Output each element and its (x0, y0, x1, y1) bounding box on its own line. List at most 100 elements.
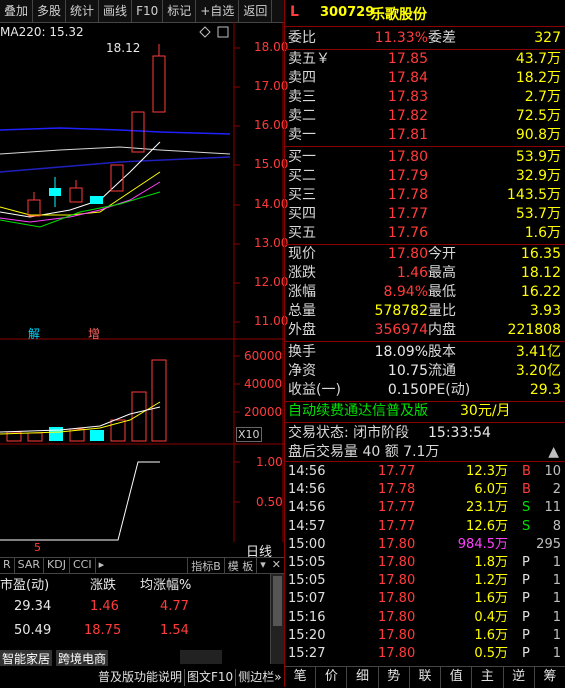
stock-name: 乐歌股份 (371, 7, 427, 23)
tick-price: 17.77 (378, 518, 416, 534)
tick-time: 15:07 (288, 591, 326, 607)
volume-axis-label: 60000 (244, 349, 283, 363)
tick-volume: 23.1万 (466, 500, 508, 516)
row-pe: 50.49 (14, 623, 52, 638)
tick-time: 14:56 (288, 500, 326, 516)
increase-marker[interactable]: 增 (88, 325, 100, 342)
tick-count: 295 (536, 536, 561, 552)
sector-tabs: 智能家居 跨境电商 (0, 650, 109, 666)
tick-count: 2 (552, 482, 561, 498)
tick-price: 17.80 (378, 627, 416, 643)
nav-detail[interactable]: 细 (347, 667, 379, 688)
template-button[interactable]: 模 板 (223, 558, 257, 573)
tab-kdj[interactable]: KDJ (44, 558, 70, 573)
bid-row[interactable]: 买四 17.77 53.7万 (288, 205, 563, 224)
tick-volume: 984.5万 (457, 536, 508, 552)
row-avg: 4.77 (160, 599, 189, 614)
diamond-icon[interactable] (199, 26, 211, 38)
tick-price: 17.80 (378, 609, 416, 625)
tab-r[interactable]: R (0, 558, 15, 573)
ask-row[interactable]: 卖三 17.83 2.7万 (288, 88, 563, 107)
bid-row[interactable]: 买二 17.79 32.9万 (288, 167, 563, 186)
tick-row: 14:56 17.78 6.0万 B 2 (288, 481, 563, 499)
tick-time: 15:27 (288, 646, 326, 661)
day-label: 5 (34, 541, 41, 554)
tick-side: P (522, 591, 530, 607)
tick-side: P (522, 555, 530, 570)
toolbar-back-button[interactable]: 返回 (239, 0, 273, 22)
sector-tab[interactable]: 跨境电商 (56, 650, 109, 666)
promo-banner[interactable]: 自动续费通达信普及版 30元/月 (288, 402, 563, 421)
stat-row: 收益(一) 0.150 PE(动) 29.3 (288, 382, 561, 398)
stock-code: 300729 (320, 5, 375, 20)
toolbar-overlay-button[interactable]: 叠加 (0, 0, 34, 22)
order-diff-value: 327 (534, 30, 561, 46)
ask-row[interactable]: 卖一 17.81 90.8万 (288, 126, 563, 145)
order-ratio-row: 委比 11.33% 委差 327 (288, 29, 563, 48)
sidebar-toggle[interactable]: 侧边栏» (235, 669, 283, 686)
nav-reverse[interactable]: 逆 (504, 667, 535, 688)
tick-time: 15:16 (288, 609, 326, 625)
tick-price: 17.78 (378, 482, 416, 498)
tick-side: S (522, 500, 531, 516)
tab-sar[interactable]: SAR (15, 558, 45, 573)
sector-tab[interactable]: 智能家居 (0, 650, 53, 666)
ask-row[interactable]: 卖五￥ 17.85 43.7万 (288, 50, 563, 69)
close-icon[interactable]: ✕ (269, 558, 284, 573)
expand-icon[interactable]: ▲ (548, 443, 559, 462)
stat-row: 涨幅 8.94% 最低 16.22 (288, 284, 561, 300)
sector-scroll[interactable] (180, 650, 222, 664)
order-ratio-value: 11.33% (374, 30, 428, 46)
scrollbar[interactable] (270, 574, 284, 664)
toolbar-multi-stock-button[interactable]: 多股 (33, 0, 67, 22)
stat-row: 净资 10.75 流通 3.20亿 (288, 363, 561, 379)
tab-cci[interactable]: CCI (70, 558, 96, 573)
help-link[interactable]: 普及版功能说明 (96, 669, 184, 686)
nav-link[interactable]: 联 (410, 667, 442, 688)
nav-main[interactable]: 主 (472, 667, 504, 688)
bid-row[interactable]: 买三 17.78 143.5万 (288, 186, 563, 205)
indicator-axis-label: 0.50 (256, 495, 283, 509)
bid-row[interactable]: 买一 17.80 53.9万 (288, 148, 563, 167)
tick-count: 1 (552, 627, 561, 643)
tick-side: P (522, 609, 530, 625)
toolbar-stats-button[interactable]: 统计 (66, 0, 100, 22)
tick-volume: 12.6万 (466, 518, 508, 534)
square-icon[interactable] (217, 26, 229, 38)
toolbar-draw-button[interactable]: 画线 (99, 0, 133, 22)
indicator-b-button[interactable]: 指标B (187, 558, 224, 573)
tick-count: 8 (552, 518, 561, 534)
kline-chart[interactable] (0, 22, 284, 542)
tick-time: 15:00 (288, 536, 326, 552)
nav-price[interactable]: 价 (316, 667, 348, 688)
nav-value[interactable]: 值 (441, 667, 473, 688)
tick-count: 1 (552, 609, 561, 625)
tick-time: 14:56 (288, 464, 326, 479)
toolbar-f10-button[interactable]: F10 (132, 0, 164, 22)
col-pe: 市盈(动) (0, 578, 50, 593)
stat-row: 总量 578782 量比 3.93 (288, 303, 561, 319)
nav-tick[interactable]: 笔 (285, 667, 317, 688)
f10-link[interactable]: 图文F10 (184, 669, 235, 686)
tick-count: 10 (544, 464, 561, 479)
tick-side: P (522, 646, 530, 661)
row-change: 18.75 (84, 623, 122, 638)
ma-label: MA220: 15.32 (0, 25, 84, 39)
quote-header: L 300729 乐歌股份 (285, 0, 565, 27)
unlock-marker[interactable]: 解 (28, 325, 40, 342)
dropdown-icon[interactable]: ▾ (256, 558, 269, 573)
tick-time: 14:57 (288, 518, 326, 534)
bid-row[interactable]: 买五 17.76 1.6万 (288, 224, 563, 243)
nav-chips[interactable]: 筹 (535, 667, 565, 688)
tab-arrow-icon[interactable]: ▸ (96, 558, 108, 573)
trade-state-row: 交易状态: 闭市阶段 15:33:54 (288, 425, 491, 441)
toolbar-mark-button[interactable]: 标记 (163, 0, 197, 22)
tick-side: B (522, 464, 531, 479)
level-tag: L (290, 4, 299, 20)
ask-row[interactable]: 卖二 17.82 72.5万 (288, 107, 563, 126)
ask-row[interactable]: 卖四 17.84 18.2万 (288, 69, 563, 88)
order-diff-label: 委差 (428, 30, 456, 46)
tick-row: 14:56 17.77 23.1万 S 11 (288, 499, 563, 517)
nav-trend[interactable]: 势 (379, 667, 410, 688)
toolbar-add-watchlist-button[interactable]: +自选 (196, 0, 240, 22)
